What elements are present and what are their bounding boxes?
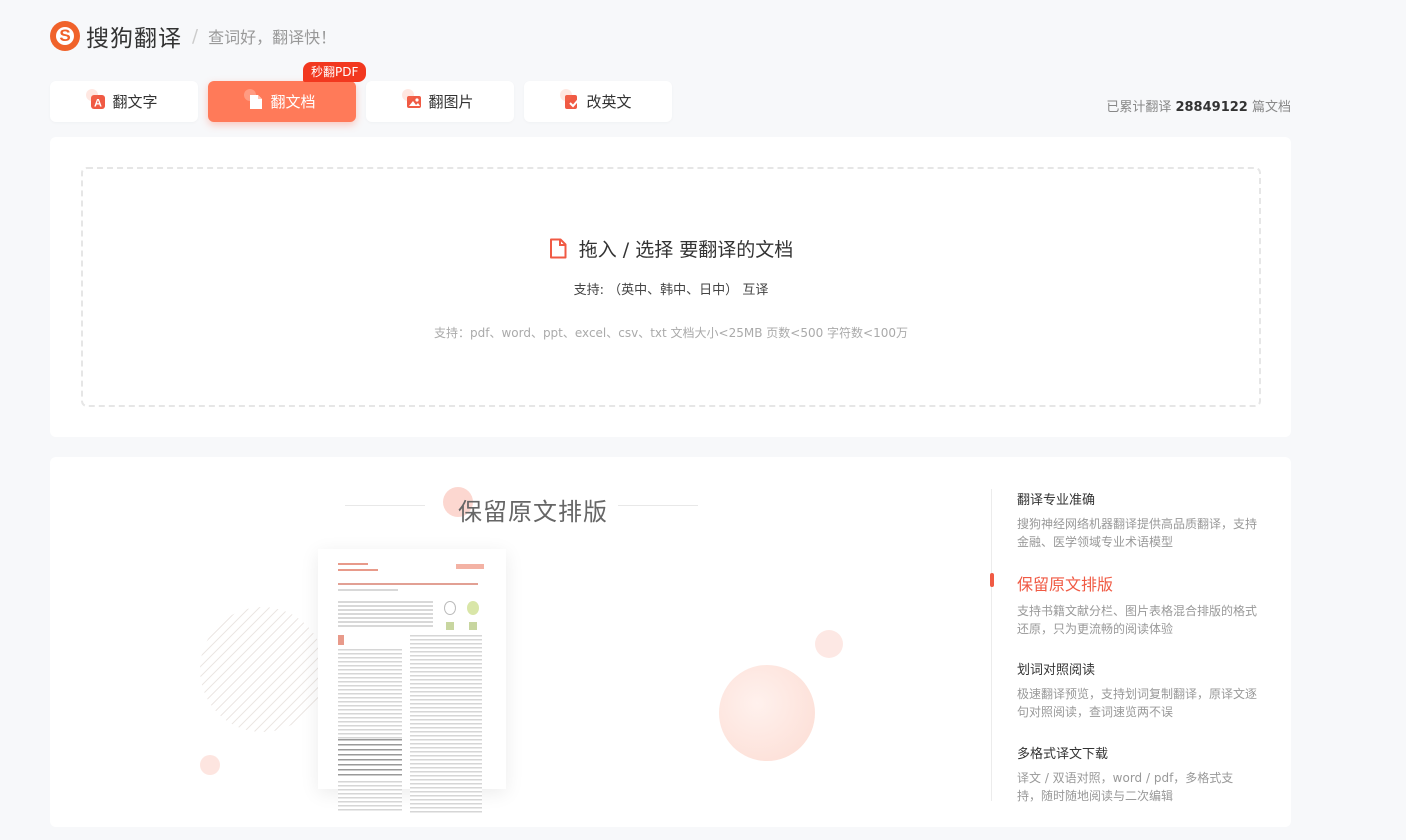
document-icon <box>244 88 264 110</box>
file-limits-hint: 支持：pdf、word、ppt、excel、csv、txt 文档大小<25MB … <box>433 326 908 340</box>
logo[interactable]: 搜狗翻译 <box>50 19 182 53</box>
header-separator: / <box>192 25 199 47</box>
feature-desc: 译文 / 双语对照，word / pdf，多格式支持，随时随地阅读与二次编辑 <box>1017 771 1234 803</box>
feature-card: 保留原文排版 翻译专业准确 搜狗神经网络机器翻译提供高品质翻译，支持金融、医学领… <box>50 457 1291 827</box>
feature-item-accurate[interactable]: 翻译专业准确 搜狗神经网络机器翻译提供高品质翻译，支持金融、医学领域专业术语模型 <box>1017 489 1257 551</box>
active-feature-marker <box>990 573 994 587</box>
feature-title: 翻译专业准确 <box>1017 493 1096 508</box>
tab-image[interactable]: 翻图片 <box>366 81 514 122</box>
feature-desc: 搜狗神经网络机器翻译提供高品质翻译，支持金融、医学领域专业术语模型 <box>1017 517 1258 549</box>
feature-item-compare-reading[interactable]: 划词对照阅读 极速翻译预览，支持划词复制翻译，原译文逐句对照阅读，查词速览两不误 <box>1017 659 1257 721</box>
tab-correct-english[interactable]: 改英文 <box>524 81 672 122</box>
feature-desc: 极速翻译预览，支持划词复制翻译，原译文逐句对照阅读，查词速览两不误 <box>1017 687 1258 719</box>
feature-item-layout[interactable]: 保留原文排版 支持书籍文献分栏、图片表格混合排版的格式还原，只为更流畅的阅读体验 <box>1017 571 1257 638</box>
document-preview-image <box>318 549 506 813</box>
feature-title: 划词对照阅读 <box>1017 663 1096 678</box>
supported-languages: 支持: （英中、韩中、日中） 互译 <box>573 283 769 298</box>
feature-heading: 保留原文排版 <box>458 498 608 526</box>
upload-card: 拖入 / 选择 要翻译的文档 支持: （英中、韩中、日中） 互译 支持：pdf、… <box>50 137 1291 437</box>
tab-document-label: 翻文档 <box>270 93 316 111</box>
heading-line-right <box>618 505 698 506</box>
counter-count: 28849122 <box>1175 100 1248 115</box>
correct-english-icon <box>560 88 581 110</box>
brand-name: 搜狗翻译 <box>86 26 182 52</box>
counter-suffix: 篇文档 <box>1251 100 1291 115</box>
tab-text-label: 翻文字 <box>112 93 158 111</box>
heading-line-left <box>345 505 425 506</box>
feature-title: 多格式译文下载 <box>1017 747 1109 762</box>
feature-item-download[interactable]: 多格式译文下载 译文 / 双语对照，word / pdf，多格式支持，随时随地阅… <box>1017 743 1257 805</box>
header: 搜狗翻译 / 查词好，翻译快！ <box>50 18 336 54</box>
feature-title: 保留原文排版 <box>1017 575 1114 594</box>
counter-prefix: 已累计翻译 <box>1106 100 1172 115</box>
mode-tabs: A 翻文字 秒翻PDF 翻文档 翻图片 改英文 <box>50 62 682 122</box>
feature-sidebar-line <box>991 489 992 801</box>
pdf-badge: 秒翻PDF <box>303 62 367 82</box>
tab-image-label: 翻图片 <box>428 93 474 111</box>
tab-correct-english-label: 改英文 <box>586 93 632 111</box>
tab-document[interactable]: 秒翻PDF 翻文档 <box>208 62 367 122</box>
slogan: 查词好，翻译快！ <box>208 28 337 47</box>
tab-text[interactable]: A 翻文字 <box>50 81 198 122</box>
decor-circle <box>815 630 843 658</box>
feature-desc: 支持书籍文献分栏、图片表格混合排版的格式还原，只为更流畅的阅读体验 <box>1017 604 1258 636</box>
decor-circle <box>200 755 220 775</box>
file-icon <box>549 238 567 259</box>
translation-counter: 已累计翻译 28849122 篇文档 <box>1106 96 1291 115</box>
document-dropzone[interactable]: 拖入 / 选择 要翻译的文档 支持: （英中、韩中、日中） 互译 支持：pdf、… <box>81 167 1261 407</box>
decor-circle <box>719 665 815 761</box>
sogou-logo-icon <box>50 21 80 51</box>
decor-circle <box>200 607 325 732</box>
dropzone-title: 拖入 / 选择 要翻译的文档 <box>83 235 1259 262</box>
text-translate-icon: A <box>86 88 106 110</box>
image-icon <box>402 88 422 110</box>
dropzone-title-text: 拖入 / 选择 要翻译的文档 <box>578 239 794 261</box>
